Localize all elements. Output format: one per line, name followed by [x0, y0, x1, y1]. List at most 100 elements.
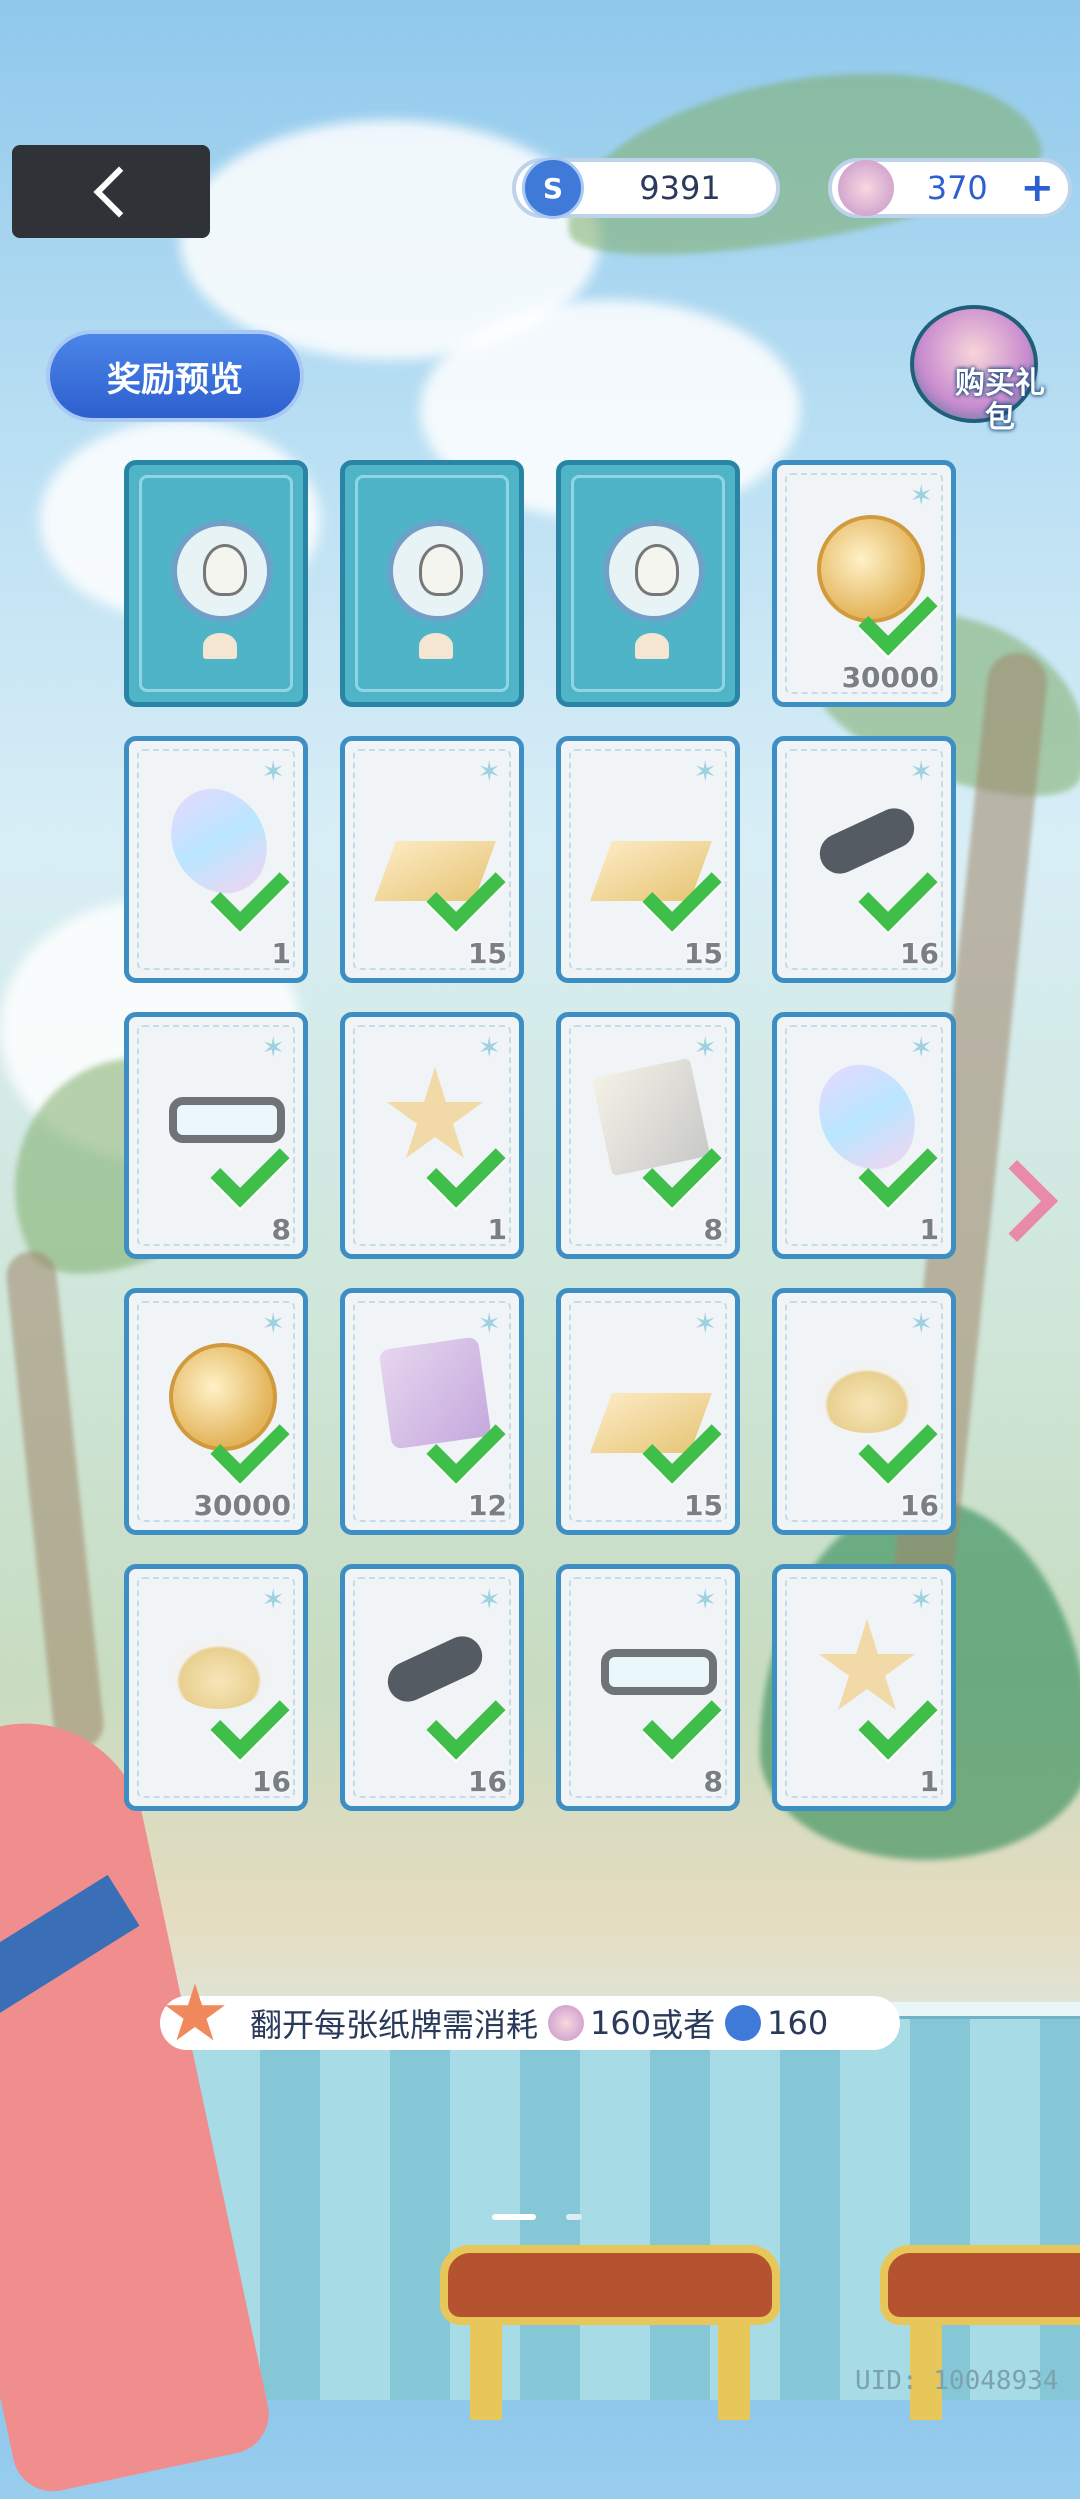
- star-decoration-icon: ✶: [261, 1307, 285, 1340]
- item-count: 15: [468, 937, 507, 970]
- item-count: 16: [468, 1765, 507, 1798]
- star-decoration-icon: ✶: [909, 755, 933, 788]
- checkmark-icon: [857, 1699, 927, 1745]
- reward-card[interactable]: ✶ 8: [124, 1012, 308, 1259]
- seashell-icon: [203, 633, 237, 659]
- reward-preview-button[interactable]: 奖励预览: [46, 330, 304, 422]
- reward-card[interactable]: ✶ 15: [556, 1288, 740, 1535]
- checkmark-icon: [857, 871, 927, 917]
- item-count: 16: [900, 937, 939, 970]
- item-count: 8: [271, 1213, 291, 1246]
- face-down-card[interactable]: [124, 460, 308, 707]
- shell-currency-icon: [548, 2005, 585, 2041]
- star-decoration-icon: ✶: [693, 1307, 717, 1340]
- face-down-card[interactable]: [340, 460, 524, 707]
- star-decoration-icon: ✶: [693, 755, 717, 788]
- item-count: 30000: [841, 661, 939, 694]
- flip-cost-text: 翻开每张纸牌需消耗: [250, 2006, 539, 2044]
- checkmark-icon: [425, 1699, 495, 1745]
- star-decoration-icon: ✶: [909, 479, 933, 512]
- reward-card[interactable]: ✶ 1: [772, 1564, 956, 1811]
- star-decoration-icon: ✶: [261, 1583, 285, 1616]
- checkmark-icon: [857, 1147, 927, 1193]
- card-grid: ✶ 30000 ✶ 1 ✶ 15 ✶ 15 ✶ 16 ✶ 8 ✶ 1 ✶ 8 ✶ 1 ✶ 30000 ✶ 12 ✶ 15 ✶ 16…: [124, 460, 956, 1811]
- checkmark-icon: [209, 871, 279, 917]
- uid-label: UID: 10048934: [855, 2366, 1059, 2396]
- reward-card[interactable]: ✶ 8: [556, 1012, 740, 1259]
- seagull-emblem-icon: [387, 520, 489, 622]
- item-count: 1: [919, 1765, 939, 1798]
- item-count: 1: [919, 1213, 939, 1246]
- checkmark-icon: [857, 595, 927, 641]
- stool: [440, 2245, 780, 2420]
- palm-trunk: [4, 1248, 106, 1752]
- seashell-icon: [419, 633, 453, 659]
- reward-card[interactable]: ✶ 30000: [772, 460, 956, 707]
- checkmark-icon: [209, 1423, 279, 1469]
- flip-cost-bar: 翻开每张纸牌需消耗 160 或者 160: [160, 1996, 900, 2050]
- checkmark-icon: [425, 1423, 495, 1469]
- next-page-button[interactable]: [975, 1159, 1059, 1243]
- reward-card[interactable]: ✶ 1: [340, 1012, 524, 1259]
- checkmark-icon: [209, 1699, 279, 1745]
- star-decoration-icon: ✶: [909, 1583, 933, 1616]
- star-decoration-icon: ✶: [261, 755, 285, 788]
- item-count: 1: [487, 1213, 507, 1246]
- checkmark-icon: [641, 1423, 711, 1469]
- gem-cost-value: 160: [767, 2004, 829, 2042]
- checkmark-icon: [641, 871, 711, 917]
- reward-card[interactable]: ✶ 12: [340, 1288, 524, 1535]
- star-decoration-icon: ✶: [477, 755, 501, 788]
- reward-card[interactable]: ✶ 1: [772, 1012, 956, 1259]
- gem-currency-icon: S: [522, 157, 584, 219]
- item-count: 30000: [193, 1489, 291, 1522]
- reward-card[interactable]: ✶ 1: [124, 736, 308, 983]
- reward-card[interactable]: ✶ 15: [340, 736, 524, 983]
- reward-card[interactable]: ✶ 16: [772, 1288, 956, 1535]
- star-decoration-icon: ✶: [909, 1031, 933, 1064]
- buy-gift-pack-button[interactable]: 购买礼包: [900, 305, 1050, 445]
- star-decoration-icon: ✶: [477, 1031, 501, 1064]
- star-decoration-icon: ✶: [477, 1583, 501, 1616]
- item-count: 15: [684, 1489, 723, 1522]
- shell-cost-value: 160: [590, 2004, 652, 2042]
- face-down-card[interactable]: [556, 460, 740, 707]
- reward-card[interactable]: ✶ 30000: [124, 1288, 308, 1535]
- shell-currency-icon: [838, 160, 894, 216]
- reward-card[interactable]: ✶ 15: [556, 736, 740, 983]
- or-text: 或者: [651, 2006, 716, 2044]
- seashell-icon: [635, 633, 669, 659]
- reward-card[interactable]: ✶ 16: [772, 736, 956, 983]
- star-decoration-icon: ✶: [477, 1307, 501, 1340]
- gem-currency: S 9391: [512, 157, 780, 219]
- checkmark-icon: [641, 1699, 711, 1745]
- reward-card[interactable]: ✶ 8: [556, 1564, 740, 1811]
- add-shell-button[interactable]: +: [1020, 165, 1054, 211]
- shell-currency-value: 370: [926, 169, 988, 207]
- star-decoration-icon: ✶: [909, 1307, 933, 1340]
- item-count: 16: [900, 1489, 939, 1522]
- starfish-icon: ★: [160, 1969, 230, 2059]
- checkmark-icon: [641, 1147, 711, 1193]
- checkmark-icon: [425, 1147, 495, 1193]
- star-decoration-icon: ✶: [261, 1031, 285, 1064]
- gem-currency-icon: [725, 2005, 762, 2041]
- page-indicator-active: [492, 2214, 536, 2220]
- item-count: 8: [703, 1765, 723, 1798]
- checkmark-icon: [857, 1423, 927, 1469]
- reward-card[interactable]: ✶ 16: [124, 1564, 308, 1811]
- item-count: 1: [271, 937, 291, 970]
- item-count: 8: [703, 1213, 723, 1246]
- shell-currency: 370 +: [828, 158, 1072, 218]
- back-button[interactable]: [12, 145, 210, 238]
- checkmark-icon: [209, 1147, 279, 1193]
- page-indicator: [566, 2214, 582, 2220]
- star-decoration-icon: ✶: [693, 1031, 717, 1064]
- item-count: 16: [252, 1765, 291, 1798]
- reward-card[interactable]: ✶ 16: [340, 1564, 524, 1811]
- chevron-left-icon: [93, 166, 145, 217]
- item-count: 15: [684, 937, 723, 970]
- seagull-emblem-icon: [171, 520, 273, 622]
- checkmark-icon: [425, 871, 495, 917]
- seagull-emblem-icon: [603, 520, 705, 622]
